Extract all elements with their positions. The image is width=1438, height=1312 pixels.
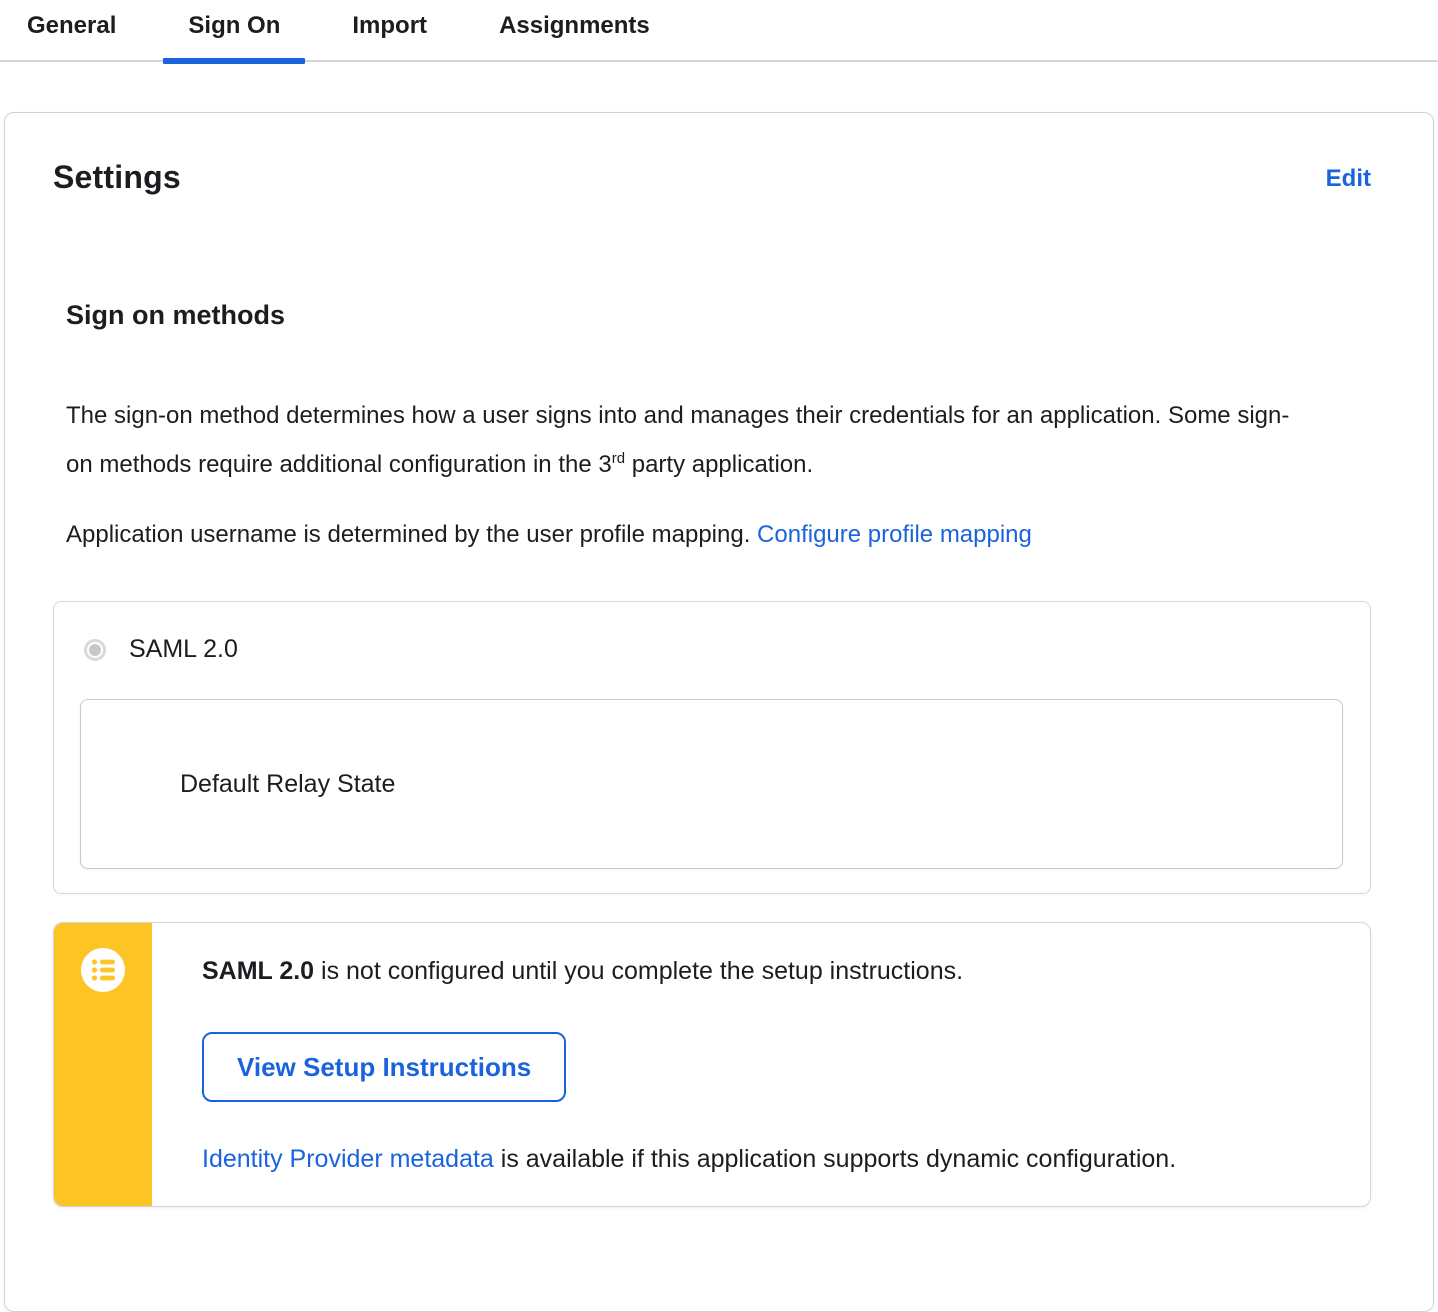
saml-radio-row: SAML 2.0 bbox=[54, 602, 1370, 664]
card-header: Settings Edit bbox=[53, 159, 1371, 196]
default-relay-state-label: Default Relay State bbox=[180, 769, 396, 798]
page-title: Settings bbox=[53, 159, 181, 195]
saml-radio-label: SAML 2.0 bbox=[129, 635, 238, 663]
tab-sign-on[interactable]: Sign On bbox=[163, 4, 306, 64]
callout-accent-bar bbox=[54, 923, 152, 1206]
settings-card: Settings Edit Sign on methods The sign-o… bbox=[4, 112, 1434, 1312]
app-tabbar: General Sign On Import Assignments bbox=[0, 0, 1438, 64]
view-setup-instructions-button[interactable]: View Setup Instructions bbox=[202, 1032, 567, 1102]
edit-link[interactable]: Edit bbox=[1326, 165, 1371, 193]
description-text-part2: party application. bbox=[625, 451, 814, 478]
metadata-text: is available if this application support… bbox=[493, 1145, 1177, 1173]
metadata-line: Identity Provider metadata is available … bbox=[202, 1145, 1330, 1174]
tab-import[interactable]: Import bbox=[327, 4, 452, 60]
tab-general[interactable]: General bbox=[2, 4, 141, 60]
default-relay-state-box: Default Relay State bbox=[80, 699, 1343, 869]
identity-provider-metadata-link[interactable]: Identity Provider metadata bbox=[202, 1145, 494, 1173]
tab-assignments[interactable]: Assignments bbox=[474, 4, 675, 60]
configure-profile-mapping-link[interactable]: Configure profile mapping bbox=[757, 521, 1032, 548]
username-mapping-line: Application username is determined by th… bbox=[66, 510, 1306, 559]
sign-on-description: The sign-on method determines how a user… bbox=[66, 391, 1306, 489]
saml-method-box: SAML 2.0 Default Relay State bbox=[53, 601, 1371, 894]
list-icon bbox=[81, 948, 125, 992]
callout-body: SAML 2.0 is not configured until you com… bbox=[152, 923, 1370, 1206]
setup-callout: SAML 2.0 is not configured until you com… bbox=[53, 922, 1371, 1207]
saml-radio[interactable] bbox=[84, 638, 106, 661]
sign-on-methods-heading: Sign on methods bbox=[66, 300, 285, 330]
description-superscript: rd bbox=[611, 450, 626, 467]
callout-message: SAML 2.0 is not configured until you com… bbox=[202, 956, 1330, 986]
callout-message-text: is not configured until you complete the… bbox=[314, 957, 964, 985]
callout-message-bold: SAML 2.0 bbox=[202, 957, 315, 985]
username-mapping-text: Application username is determined by th… bbox=[66, 521, 758, 548]
